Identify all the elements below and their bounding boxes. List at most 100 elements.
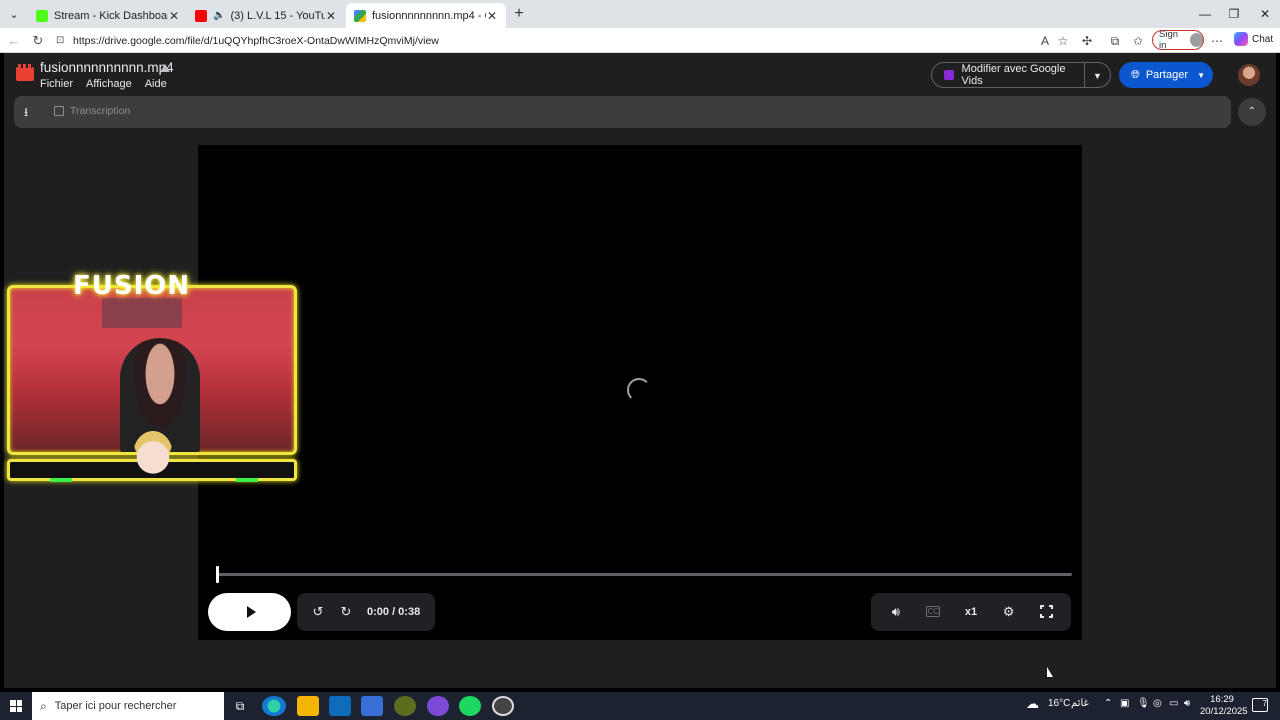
url-text: https://drive.google.com/file/d/1uQQYhpf… — [73, 34, 439, 47]
menu-affichage[interactable]: Affichage — [86, 78, 132, 90]
settings-gear-icon[interactable]: ⚙ — [996, 599, 1022, 625]
camera-icon[interactable]: ◎ — [1153, 698, 1162, 709]
store-icon[interactable] — [361, 696, 383, 716]
favorite-star-icon[interactable]: ☆ — [1054, 32, 1072, 50]
account-avatar[interactable] — [1238, 64, 1260, 86]
system-clock[interactable]: 16:29 20/12/2025 — [1200, 694, 1248, 718]
weather-temperature[interactable]: 16°C — [1048, 698, 1070, 709]
hidden-icons-chevron-icon[interactable]: ⌃ — [1104, 698, 1112, 709]
profile-icon — [1190, 33, 1203, 47]
tab-label: fusionnnnnnnnn.mp4 - Google Dri — [372, 9, 486, 22]
tray-app-icon[interactable]: ▣ — [1120, 698, 1129, 709]
add-to-drive-icon[interactable]: ⛰ — [160, 61, 170, 76]
xbox-icon[interactable] — [394, 696, 416, 716]
search-icon: ⌕ — [40, 698, 47, 713]
tab-label: (3) L.V.L 15 - YouTube — [230, 9, 325, 22]
clock-time: 16:29 — [1210, 694, 1234, 705]
share-button[interactable]: 🌐︎ Partager ▼ — [1119, 62, 1213, 88]
progress-handle[interactable] — [216, 566, 219, 583]
play-button[interactable] — [208, 593, 291, 631]
weather-condition: غائم — [1071, 698, 1089, 709]
wall-poster — [102, 298, 182, 328]
menu-aide[interactable]: Aide — [145, 78, 167, 90]
back-icon[interactable]: ← — [4, 31, 24, 51]
messenger-icon[interactable] — [427, 696, 449, 716]
time-display: 0:00 / 0:38 — [367, 606, 421, 618]
taskbar-search[interactable]: ⌕ Taper ici pour rechercher — [32, 692, 224, 720]
youtube-icon — [195, 9, 207, 22]
read-aloud-icon[interactable]: A — [1036, 32, 1054, 50]
rewind-10-icon[interactable]: ↺ — [305, 599, 331, 625]
network-icon[interactable]: ▭ — [1169, 698, 1178, 709]
download-icon[interactable]: ⭳ — [24, 103, 28, 124]
captions-button[interactable]: CC — [920, 599, 946, 625]
video-player[interactable]: ↺ ↻ 0:00 / 0:38 🔊︎ CC x1 ⚙ — [198, 145, 1082, 640]
menu-fichier[interactable]: Fichier — [40, 78, 73, 90]
playback-controls: ↺ ↻ 0:00 / 0:38 — [297, 593, 435, 631]
copilot-chat-button[interactable]: Chat — [1234, 32, 1273, 46]
tab-kick-dashboard[interactable]: Stream - Kick Dashboard ✕ — [28, 3, 188, 28]
spotify-icon[interactable] — [459, 696, 481, 716]
progress-bar[interactable] — [216, 566, 1072, 583]
favorites-icon[interactable]: ✩ — [1129, 32, 1147, 50]
share-dropdown-icon[interactable]: ▼ — [1197, 71, 1205, 80]
fullscreen-button[interactable] — [1033, 599, 1059, 625]
close-tab-icon[interactable]: ✕ — [325, 9, 337, 23]
playback-speed-button[interactable]: x1 — [958, 599, 984, 625]
overlay-title: FUSION — [73, 271, 191, 301]
vids-button-label: Modifier avec Google Vids — [961, 63, 1066, 87]
tab-youtube[interactable]: 🔈 (3) L.V.L 15 - YouTube ✕ — [187, 3, 345, 28]
close-tab-icon[interactable]: ✕ — [168, 9, 180, 23]
edit-with-vids-button[interactable]: Modifier avec Google Vids — [931, 62, 1085, 88]
collapse-toolbar-icon[interactable]: ⌃ — [1238, 98, 1266, 126]
player-settings-controls: 🔊︎ CC x1 ⚙ — [871, 593, 1071, 631]
minimize-icon[interactable]: — — [1190, 4, 1220, 24]
split-screen-icon[interactable]: ⧉ — [1106, 32, 1124, 50]
more-menu-icon[interactable]: ⋯ — [1208, 32, 1226, 50]
tab-google-drive[interactable]: fusionnnnnnnnn.mp4 - Google Dri ✕ — [346, 3, 506, 28]
site-info-icon[interactable]: ⊡ — [56, 35, 68, 46]
play-icon — [246, 606, 256, 618]
weather-icon[interactable]: ☁ — [1026, 696, 1039, 712]
captions-icon: CC — [926, 606, 941, 617]
forward-10-icon[interactable]: ↻ — [333, 599, 359, 625]
notification-count: 7 — [1262, 699, 1267, 708]
notifications-icon[interactable]: 7 — [1252, 698, 1268, 712]
screen: ⌄ Stream - Kick Dashboard ✕ 🔈 (3) L.V.L … — [0, 0, 1280, 720]
windows-taskbar: ⌕ Taper ici pour rechercher ⧉ ☁ 16°C غائ… — [0, 692, 1280, 720]
file-explorer-icon[interactable] — [297, 696, 319, 716]
drive-viewer: fusionnnnnnnnnn.mp4 ⛰ Fichier Affichage … — [0, 53, 1280, 692]
outlook-icon[interactable] — [329, 696, 351, 716]
restore-icon[interactable]: ❐ — [1219, 4, 1249, 24]
url-field[interactable]: ⊡ https://drive.google.com/file/d/1uQQYh… — [56, 31, 1146, 50]
new-tab-icon[interactable]: + — [510, 4, 528, 24]
sign-in-button[interactable]: Sign in — [1152, 29, 1204, 51]
extensions-icon[interactable]: ✣ — [1078, 32, 1096, 50]
microphone-icon[interactable]: 🎙︎ — [1137, 698, 1150, 709]
close-window-icon[interactable]: ✕ — [1250, 4, 1280, 24]
transcription-label: Transcription — [70, 105, 131, 117]
edge-icon[interactable] — [262, 696, 286, 716]
windows-start-icon[interactable] — [10, 700, 22, 712]
clock-date: 20/12/2025 — [1200, 706, 1248, 717]
google-vids-icon — [944, 70, 954, 80]
speaker-icon[interactable]: 🔈 — [213, 10, 225, 21]
chat-label: Chat — [1252, 33, 1274, 45]
speaker-tray-icon[interactable]: 🔊︎ — [1184, 698, 1190, 709]
browser-tab-strip: ⌄ Stream - Kick Dashboard ✕ 🔈 (3) L.V.L … — [0, 0, 1280, 28]
obs-icon[interactable] — [492, 696, 514, 716]
tab-actions-menu-icon[interactable]: ⌄ — [4, 4, 24, 24]
webcam-frame — [7, 285, 297, 455]
vids-dropdown-icon[interactable]: ▼ — [1085, 62, 1111, 88]
search-placeholder: Taper ici pour rechercher — [54, 700, 177, 712]
loading-spinner-icon — [627, 378, 651, 402]
transcription-button[interactable]: Transcription — [54, 105, 130, 117]
task-view-icon[interactable]: ⧉ — [229, 696, 251, 716]
sign-in-label: Sign in — [1159, 29, 1179, 51]
google-drive-icon — [354, 9, 366, 22]
volume-icon[interactable]: 🔊︎ — [883, 599, 909, 625]
close-tab-icon[interactable]: ✕ — [486, 9, 498, 23]
share-label: Partager — [1145, 69, 1189, 81]
transcription-icon — [54, 106, 64, 116]
refresh-icon[interactable]: ↻ — [28, 31, 48, 51]
